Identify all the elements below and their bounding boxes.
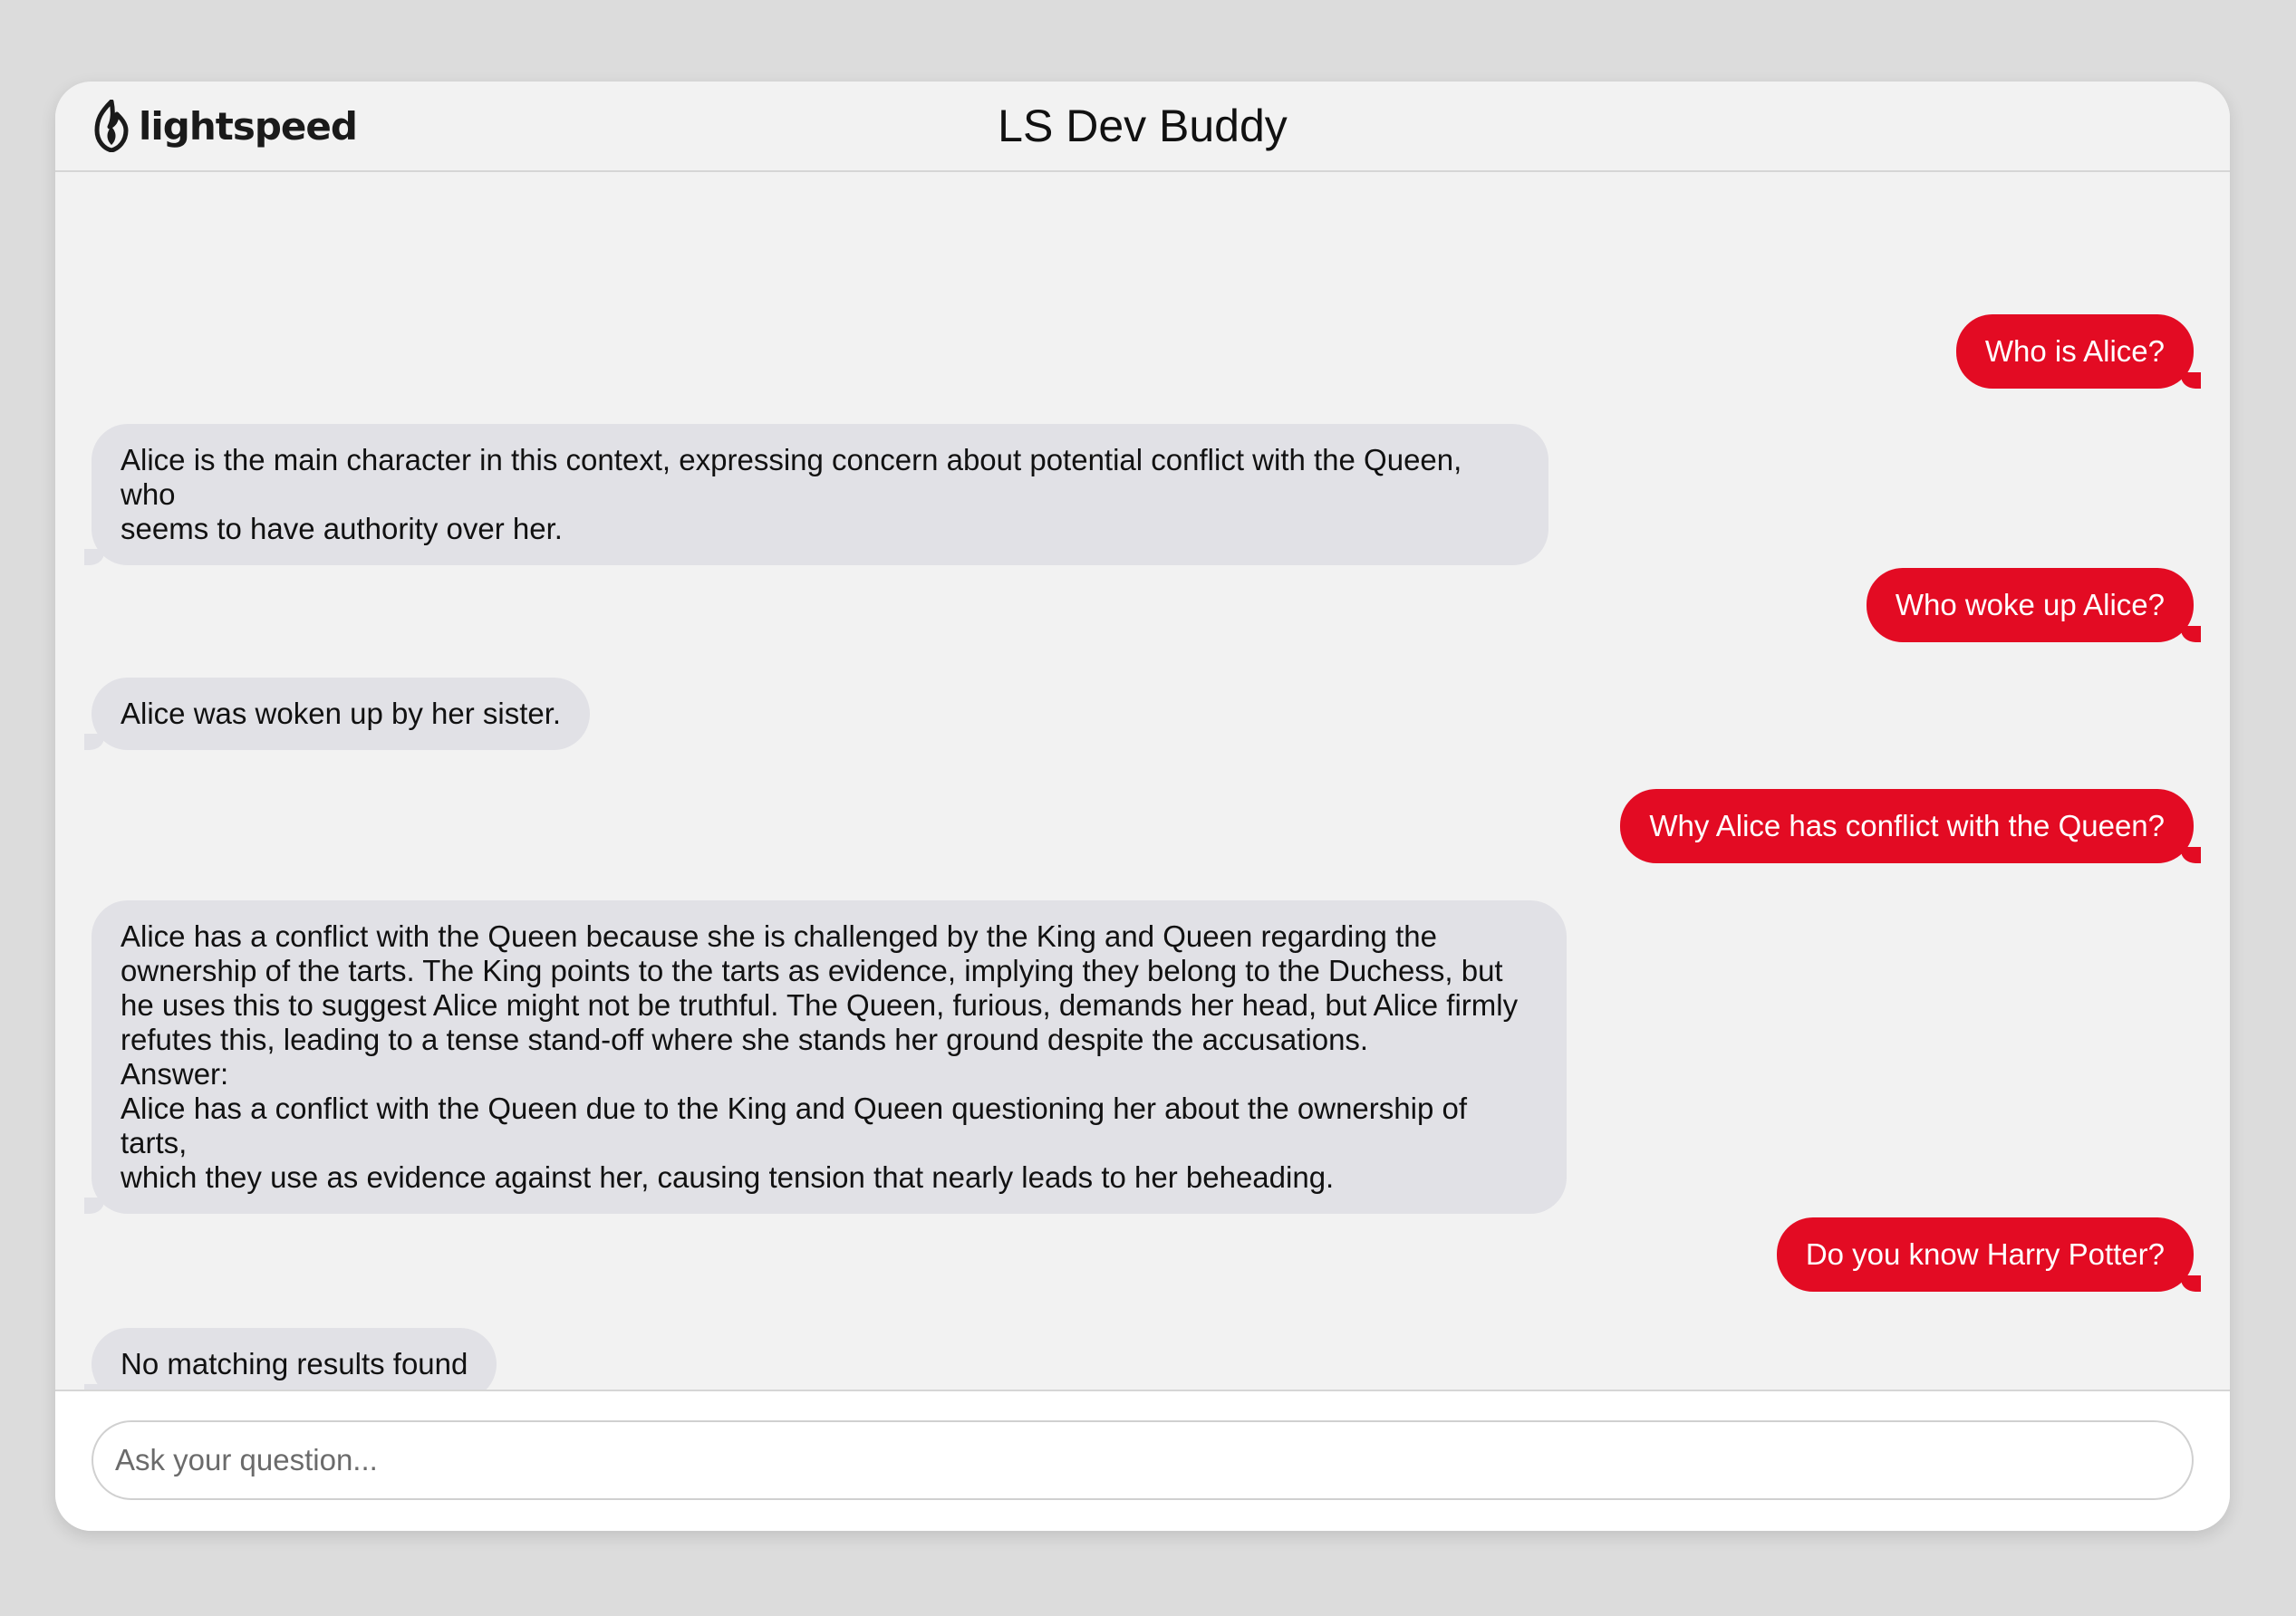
chat-window: lightspeed LS Dev Buddy Who is Alice? Al… <box>55 82 2230 1531</box>
user-message: Why Alice has conflict with the Queen? <box>1620 789 2201 863</box>
bot-message: Alice is the main character in this cont… <box>84 424 1548 565</box>
bot-message: Alice was woken up by her sister. <box>83 678 591 750</box>
user-message: Who woke up Alice? <box>1866 568 2202 642</box>
page-title: LS Dev Buddy <box>998 101 1288 151</box>
message-list: Who is Alice? Alice is the main characte… <box>55 172 2230 1469</box>
question-input[interactable] <box>92 1420 2194 1500</box>
bot-message: Alice has a conflict with the Queen beca… <box>84 900 1567 1214</box>
input-bar <box>55 1390 2230 1531</box>
chat-header: lightspeed LS Dev Buddy <box>55 82 2230 172</box>
user-message: Do you know Harry Potter? <box>1776 1217 2202 1292</box>
user-message: Who is Alice? <box>1955 314 2202 389</box>
